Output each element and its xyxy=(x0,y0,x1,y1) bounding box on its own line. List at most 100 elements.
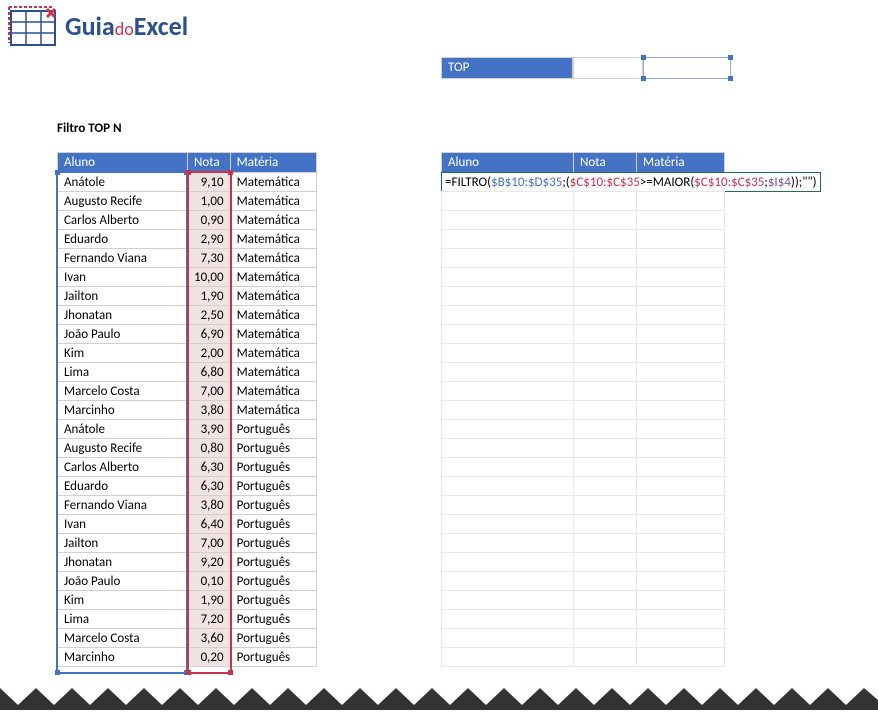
cell-aluno[interactable]: Fernando Viana xyxy=(58,249,188,268)
empty-cell[interactable] xyxy=(574,458,637,477)
table-row[interactable]: Anátole3,90Português xyxy=(58,420,317,439)
empty-cell[interactable] xyxy=(574,211,637,230)
cell-nota[interactable]: 1,90 xyxy=(188,591,231,610)
empty-cell[interactable] xyxy=(574,268,637,287)
cell-aluno[interactable]: Jailton xyxy=(58,534,188,553)
table-row[interactable]: Anátole9,10Matemática xyxy=(58,173,317,192)
cell-materia[interactable]: Português xyxy=(230,515,316,534)
formula-editing-cell[interactable]: =FILTRO($B$10:$D$35;($C$10:$C$35>=MAIOR(… xyxy=(441,172,821,192)
cell-materia[interactable]: Português xyxy=(230,477,316,496)
cell-aluno[interactable]: Eduardo xyxy=(58,477,188,496)
cell-aluno[interactable]: Marcinho xyxy=(58,648,188,667)
empty-cell[interactable] xyxy=(637,382,725,401)
cell-nota[interactable]: 7,00 xyxy=(188,382,231,401)
empty-cell[interactable] xyxy=(637,287,725,306)
empty-cell[interactable] xyxy=(637,306,725,325)
cell-materia[interactable]: Português xyxy=(230,591,316,610)
table-row[interactable]: João Paulo6,90Matemática xyxy=(58,325,317,344)
empty-cell[interactable] xyxy=(574,572,637,591)
empty-cell[interactable] xyxy=(637,477,725,496)
cell-aluno[interactable]: Marcelo Costa xyxy=(58,382,188,401)
selection-handle[interactable] xyxy=(184,670,189,675)
empty-cell[interactable] xyxy=(574,648,637,667)
empty-cell[interactable] xyxy=(442,553,574,572)
cell-materia[interactable]: Matemática xyxy=(230,268,316,287)
empty-cell[interactable] xyxy=(637,553,725,572)
cell-aluno[interactable]: Anátole xyxy=(58,420,188,439)
table-row[interactable] xyxy=(442,591,725,610)
cell-nota[interactable]: 7,20 xyxy=(188,610,231,629)
header-materia-2[interactable]: Matéria xyxy=(637,153,725,173)
cell-aluno[interactable]: Lima xyxy=(58,610,188,629)
empty-cell[interactable] xyxy=(442,572,574,591)
cell-aluno[interactable]: Jailton xyxy=(58,287,188,306)
empty-cell[interactable] xyxy=(637,268,725,287)
selection-handle[interactable] xyxy=(728,55,733,60)
empty-cell[interactable] xyxy=(637,496,725,515)
table-row[interactable] xyxy=(442,629,725,648)
cell-materia[interactable]: Português xyxy=(230,629,316,648)
table-row[interactable] xyxy=(442,230,725,249)
cell-nota[interactable]: 2,90 xyxy=(188,230,231,249)
empty-cell[interactable] xyxy=(442,496,574,515)
table-row[interactable] xyxy=(442,382,725,401)
cell-aluno[interactable]: Fernando Viana xyxy=(58,496,188,515)
cell-nota[interactable]: 7,00 xyxy=(188,534,231,553)
cell-aluno[interactable]: Ivan xyxy=(58,515,188,534)
empty-cell[interactable] xyxy=(574,325,637,344)
cell-nota[interactable]: 0,90 xyxy=(188,211,231,230)
empty-cell[interactable] xyxy=(442,591,574,610)
empty-cell[interactable] xyxy=(574,439,637,458)
cell-materia[interactable]: Matemática xyxy=(230,230,316,249)
cell-materia[interactable]: Matemática xyxy=(230,211,316,230)
table-row[interactable] xyxy=(442,287,725,306)
table-row[interactable]: Jailton1,90Matemática xyxy=(58,287,317,306)
table-row[interactable] xyxy=(442,496,725,515)
cell-nota[interactable]: 10,00 xyxy=(188,268,231,287)
table-row[interactable]: Augusto Recife0,80Português xyxy=(58,439,317,458)
empty-cell[interactable] xyxy=(637,515,725,534)
cell-materia[interactable]: Matemática xyxy=(230,382,316,401)
table-row[interactable] xyxy=(442,572,725,591)
empty-cell[interactable] xyxy=(574,629,637,648)
empty-cell[interactable] xyxy=(442,534,574,553)
cell-aluno[interactable]: Anátole xyxy=(58,173,188,192)
empty-cell[interactable] xyxy=(574,287,637,306)
empty-cell[interactable] xyxy=(442,249,574,268)
cell-aluno[interactable]: Carlos Alberto xyxy=(58,458,188,477)
empty-cell[interactable] xyxy=(442,363,574,382)
cell-nota[interactable]: 3,80 xyxy=(188,401,231,420)
empty-cell[interactable] xyxy=(442,325,574,344)
table-row[interactable] xyxy=(442,211,725,230)
table-row[interactable] xyxy=(442,325,725,344)
top-label-cell[interactable]: TOP xyxy=(441,57,573,79)
empty-cell[interactable] xyxy=(442,211,574,230)
cell-aluno[interactable]: Marcinho xyxy=(58,401,188,420)
table-row[interactable]: Carlos Alberto6,30Português xyxy=(58,458,317,477)
table-row[interactable]: Kim2,00Matemática xyxy=(58,344,317,363)
table-row[interactable] xyxy=(442,515,725,534)
empty-cell[interactable] xyxy=(637,211,725,230)
table-row[interactable] xyxy=(442,439,725,458)
cell-materia[interactable]: Matemática xyxy=(230,192,316,211)
header-aluno-2[interactable]: Aluno xyxy=(442,153,574,173)
empty-cell[interactable] xyxy=(574,306,637,325)
empty-cell[interactable] xyxy=(574,610,637,629)
header-nota[interactable]: Nota xyxy=(188,153,231,173)
table-row[interactable]: Ivan10,00Matemática xyxy=(58,268,317,287)
empty-cell[interactable] xyxy=(574,344,637,363)
cell-materia[interactable]: Matemática xyxy=(230,401,316,420)
cell-materia[interactable]: Português xyxy=(230,534,316,553)
selection-handle[interactable] xyxy=(228,670,233,675)
cell-nota[interactable]: 7,30 xyxy=(188,249,231,268)
cell-nota[interactable]: 2,50 xyxy=(188,306,231,325)
table-row[interactable]: Jhonatan2,50Matemática xyxy=(58,306,317,325)
cell-materia[interactable]: Português xyxy=(230,420,316,439)
cell-nota[interactable]: 2,00 xyxy=(188,344,231,363)
cell-materia[interactable]: Português xyxy=(230,553,316,572)
cell-aluno[interactable]: Augusto Recife xyxy=(58,192,188,211)
empty-cell[interactable] xyxy=(442,515,574,534)
empty-cell[interactable] xyxy=(637,439,725,458)
empty-cell[interactable] xyxy=(574,534,637,553)
cell-nota[interactable]: 6,80 xyxy=(188,363,231,382)
